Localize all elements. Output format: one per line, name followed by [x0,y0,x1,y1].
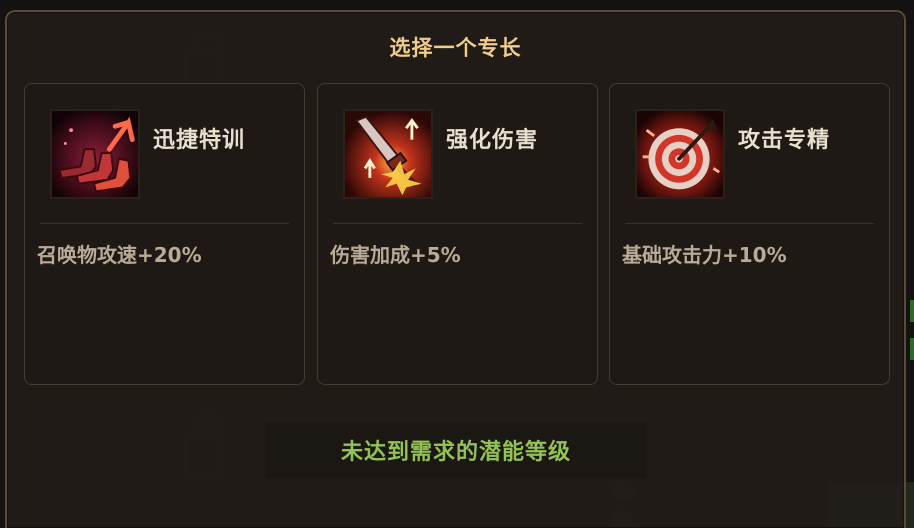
divider [333,223,582,224]
dialog-title: 选择一个专长 [389,36,522,60]
requirement-status-bar: 未达到需求的潜能等级 [265,422,647,478]
perk-name: 强化伤害 [446,128,539,153]
target-arrow-icon [635,109,725,199]
running-boots-icon [50,109,140,199]
perk-card-attack-mastery[interactable]: 攻击专精 基础攻击力+10% [609,83,890,385]
perk-description: 召唤物攻速+20% [37,243,202,267]
perk-description: 基础攻击力+10% [622,243,787,267]
perk-name: 攻击专精 [738,128,831,153]
perk-select-dialog: 选择一个专长 迅捷特训 召唤物攻速+20% 强化伤害 伤害加成+5% 攻击专精 … [5,10,906,528]
perk-name: 迅捷特训 [153,128,246,153]
requirement-status-text: 未达到需求的潜能等级 [340,440,571,465]
sword-burst-icon [343,109,433,199]
perk-card-enhanced-damage[interactable]: 强化伤害 伤害加成+5% [317,83,598,385]
divider [625,223,874,224]
perk-description: 伤害加成+5% [330,243,461,267]
divider [40,223,289,224]
perk-card-swift-training[interactable]: 迅捷特训 召唤物攻速+20% [24,83,305,385]
